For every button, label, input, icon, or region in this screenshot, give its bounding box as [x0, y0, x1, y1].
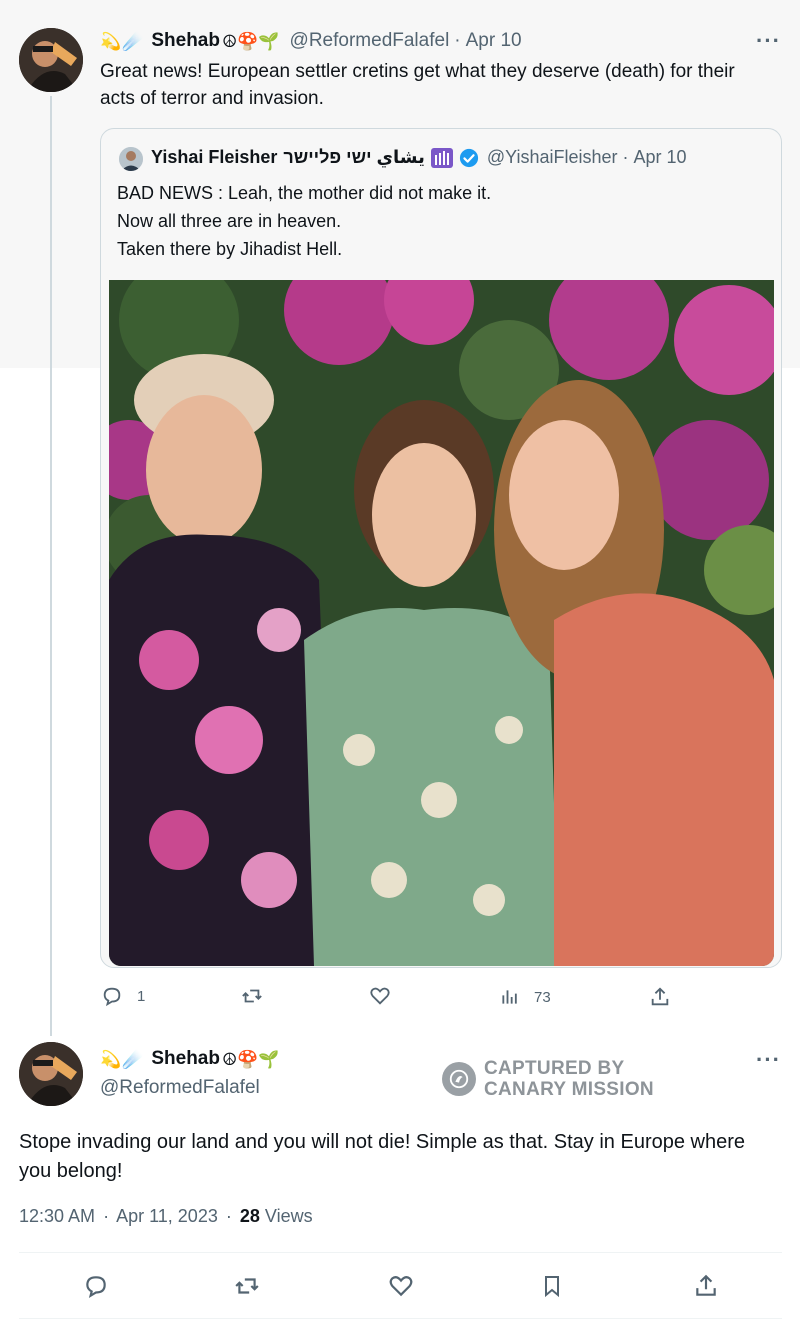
reply-count: 1 [137, 987, 146, 1005]
share-action[interactable] [649, 986, 671, 1008]
user-handle[interactable]: @ReformedFalafel [100, 1077, 260, 1099]
quoted-text: BAD NEWS : Leah, the mother did not make… [117, 179, 491, 263]
separator-dot: · [622, 147, 629, 167]
views-action[interactable]: 73 [500, 987, 551, 1007]
quoted-avatar[interactable] [119, 147, 143, 171]
name-emojis: ☮🍄🌱 [221, 31, 280, 51]
divider [19, 1318, 782, 1319]
share-action[interactable] [693, 1273, 719, 1299]
canary-logo-icon [442, 1062, 476, 1096]
analytics-icon [502, 990, 517, 1004]
main-handle-row: @ReformedFalafel [100, 1077, 260, 1099]
tweet-photo[interactable] [109, 280, 774, 966]
reply-text: Great news! European settler cretins get… [100, 61, 735, 109]
views-label: Views [264, 1206, 313, 1226]
main-tweet-text: Stope invading our land and you will not… [19, 1131, 745, 1182]
views-count: 28 [239, 1206, 260, 1226]
separator-dot: · [103, 1206, 110, 1226]
like-action[interactable] [369, 985, 405, 1007]
verified-badge-icon [459, 148, 478, 167]
star-emoji-icon: 💫 [100, 31, 122, 51]
quoted-display-name[interactable]: Yishai Fleisher [151, 147, 277, 168]
user-handle[interactable]: @ReformedFalafel [290, 30, 450, 52]
share-icon [651, 987, 669, 1006]
more-options-icon[interactable]: ··· [756, 28, 781, 54]
tweet-date[interactable]: Apr 10 [466, 30, 522, 52]
quoted-name-extra: يشاي ישי פליישר [283, 147, 425, 167]
views-count: 73 [534, 988, 551, 1006]
comet-emoji-icon: ☄️ [122, 31, 144, 51]
reply-action[interactable]: 1 [101, 985, 145, 1007]
tweet-meta: 12:30 AM · Apr 11, 2023 · 28 Views [19, 1206, 313, 1227]
separator-dot: · [225, 1206, 232, 1226]
quoted-user-handle[interactable]: @YishaiFleisher [487, 147, 618, 168]
display-name[interactable]: Shehab [151, 30, 220, 52]
quoted-header: Yishai Fleisher يشاي ישי פליישר @YishaiF… [151, 147, 687, 168]
bookmark-action[interactable] [540, 1273, 564, 1299]
retweet-icon [242, 989, 262, 1003]
share-icon [696, 1274, 716, 1296]
tweet-full-date[interactable]: Apr 11, 2023 [116, 1206, 218, 1226]
watermark-line-2: CANARY MISSION [484, 1079, 654, 1100]
star-emoji-icon: 💫 [100, 1049, 122, 1069]
main-tweet-header: 💫 ☄️ Shehab ☮🍄🌱 [100, 1048, 281, 1070]
more-options-icon[interactable]: ··· [756, 1047, 781, 1073]
avatar[interactable] [19, 1042, 83, 1106]
reply-action[interactable] [83, 1273, 109, 1299]
menorah-icon [430, 147, 453, 168]
display-name[interactable]: Shehab [151, 1048, 220, 1070]
reply-icon [86, 1276, 106, 1299]
reply-icon [103, 987, 121, 1007]
heart-icon [389, 1276, 413, 1297]
reply-header: 💫 ☄️ Shehab ☮🍄🌱 @ReformedFalafel · Apr 1… [100, 30, 522, 52]
quoted-tweet-card[interactable]: Yishai Fleisher يشاي ישי פליישר @YishaiF… [100, 128, 782, 968]
quoted-text-line: Taken there by Jihadist Hell. [117, 239, 343, 259]
quoted-tweet-date[interactable]: Apr 10 [634, 147, 687, 168]
divider [19, 1252, 782, 1253]
avatar[interactable] [19, 28, 83, 92]
watermark-line-1: CAPTURED BY [484, 1058, 625, 1079]
canary-mission-watermark: CAPTURED BY CANARY MISSION [442, 1058, 654, 1100]
like-action[interactable] [388, 1273, 414, 1299]
separator-dot: · [454, 30, 461, 51]
thread-connector-line [50, 96, 52, 1036]
retweet-icon [235, 1278, 259, 1294]
heart-icon [370, 987, 390, 1005]
tweet-time[interactable]: 12:30 AM [19, 1206, 95, 1226]
bookmark-icon [545, 1276, 559, 1298]
name-emojis: ☮🍄🌱 [221, 1049, 280, 1069]
comet-emoji-icon: ☄️ [122, 1049, 144, 1069]
quoted-text-line: BAD NEWS : Leah, the mother did not make… [117, 183, 492, 203]
retweet-action[interactable] [240, 985, 278, 1007]
quoted-text-line: Now all three are in heaven. [117, 211, 342, 231]
retweet-action[interactable] [233, 1273, 261, 1299]
